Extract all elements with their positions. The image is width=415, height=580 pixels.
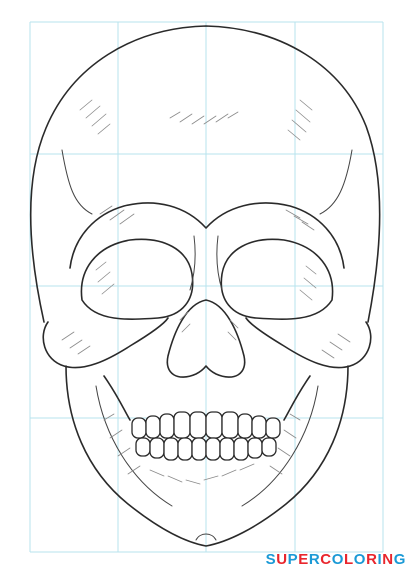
tooth — [145, 415, 161, 439]
tooth — [221, 411, 239, 439]
hatch-eye-left — [95, 261, 115, 295]
tooth — [251, 415, 267, 439]
tooth — [149, 437, 165, 459]
upper-teeth — [131, 411, 281, 439]
logo-letter: O — [331, 551, 345, 568]
left-cheekbone — [42, 317, 169, 369]
tooth — [205, 437, 221, 461]
tooth — [189, 411, 207, 439]
tooth — [265, 417, 281, 439]
logo-letter: L — [344, 551, 354, 568]
drawing-canvas: SUPERCOLORING — [0, 0, 415, 575]
hatch-chin — [149, 463, 255, 485]
left-eye-socket — [80, 238, 194, 320]
tooth — [237, 413, 253, 439]
logo-letter: R — [308, 551, 321, 568]
tooth — [135, 437, 151, 457]
logo-letter: E — [298, 551, 309, 568]
hatch-cheek-right — [321, 333, 351, 359]
tooth — [131, 417, 147, 439]
logo-letter: R — [366, 551, 378, 568]
hatch-nose — [179, 311, 239, 341]
tooth — [159, 413, 175, 439]
upper-jaw — [103, 375, 311, 421]
guide-grid — [29, 21, 384, 553]
tooth — [247, 437, 263, 459]
logo-letter: S — [265, 551, 277, 568]
lower-teeth — [135, 437, 277, 461]
tooth — [233, 437, 249, 461]
hatch-brow-right — [285, 209, 315, 231]
tooth — [177, 437, 193, 461]
right-cheekbone — [245, 317, 372, 369]
logo-letter: O — [353, 551, 367, 568]
tooth — [205, 411, 223, 439]
hatch-eye-right — [299, 265, 317, 301]
skull-drawing — [29, 21, 384, 553]
tooth — [191, 437, 207, 461]
tooth — [219, 437, 235, 461]
tooth — [261, 437, 277, 457]
left-temple-line — [61, 149, 93, 215]
logo-letter: U — [276, 551, 288, 568]
hatch-cheek-left — [61, 331, 91, 355]
nasal-bridge-left — [189, 235, 196, 291]
brow-ridge — [69, 202, 345, 269]
logo-letter: G — [393, 551, 406, 568]
logo-letter: N — [382, 551, 394, 568]
right-temple-line — [319, 149, 353, 215]
hatch-cranium-right — [287, 99, 313, 141]
hatch-forehead — [169, 111, 239, 125]
hatch-cranium-left — [79, 99, 111, 135]
tooth — [173, 411, 191, 439]
tooth — [163, 437, 179, 461]
logo-letter: P — [287, 551, 299, 568]
logo-letter: C — [320, 551, 332, 568]
right-eye-socket — [220, 238, 334, 320]
supercoloring-logo: SUPERCOLORING — [266, 552, 406, 567]
